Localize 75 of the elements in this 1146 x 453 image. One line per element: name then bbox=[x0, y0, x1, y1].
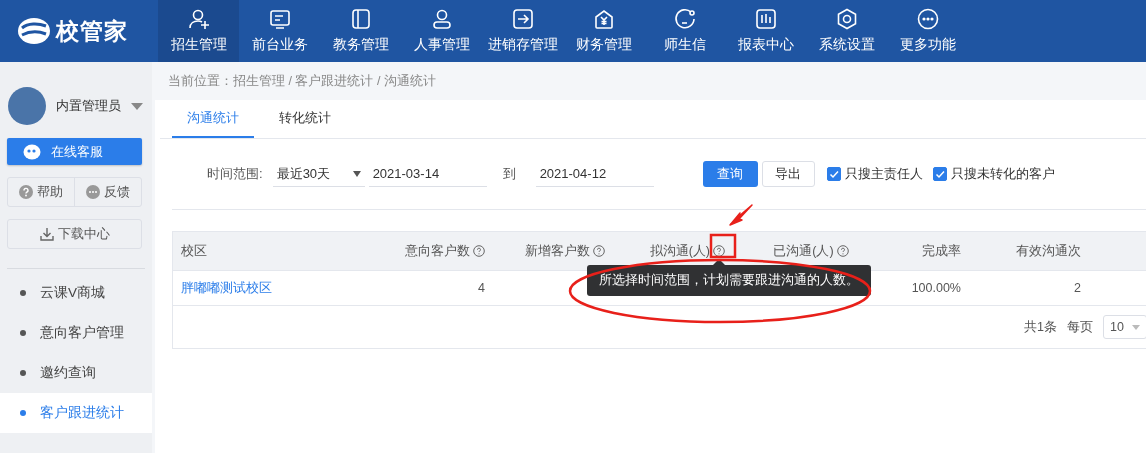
settings-icon bbox=[835, 8, 858, 30]
table-cell: 100.00% bbox=[911, 281, 961, 295]
table-cell: 2 bbox=[1074, 281, 1081, 295]
range-select[interactable]: 最近30天 bbox=[272, 161, 365, 187]
page-size-select[interactable]: 10 bbox=[1103, 315, 1146, 339]
column-header: 校区 bbox=[181, 242, 207, 260]
nav-item[interactable]: 前台业务 bbox=[239, 0, 320, 62]
chat-face-icon bbox=[23, 143, 41, 160]
sidebar-item[interactable]: 邀约查询 bbox=[0, 353, 152, 393]
per-page-label: 每页 bbox=[1067, 318, 1093, 336]
help-button[interactable]: 帮助 bbox=[8, 178, 74, 206]
sidebar-item[interactable]: 意向客户管理 bbox=[0, 313, 152, 353]
feedback-button[interactable]: 反馈 bbox=[74, 178, 141, 206]
checkbox-label: 只搜主责任人 bbox=[844, 165, 923, 183]
help-icon bbox=[593, 245, 605, 257]
caret-icon bbox=[1132, 324, 1140, 330]
column-header: 拟沟通(人) bbox=[649, 242, 710, 260]
tab[interactable]: 沟通统计 bbox=[172, 100, 254, 138]
nav-item[interactable]: 教务管理 bbox=[320, 0, 401, 62]
tooltip-arrow-icon bbox=[713, 259, 725, 265]
nav-item[interactable]: 招生管理 bbox=[158, 0, 239, 62]
help-icon bbox=[713, 245, 725, 257]
caret-icon bbox=[352, 170, 361, 177]
online-service-button[interactable]: 在线客服 bbox=[7, 138, 142, 165]
download-icon bbox=[39, 227, 54, 241]
total-count: 共1条 bbox=[1024, 318, 1057, 336]
query-button[interactable]: 查询 bbox=[702, 161, 758, 187]
nav-item[interactable]: 更多功能 bbox=[887, 0, 968, 62]
table-cell: 4 bbox=[478, 281, 485, 295]
arrow-in-box-icon bbox=[511, 8, 534, 30]
breadcrumb: 当前位置：招生管理 / 客户跟进统计 / 沟通统计 bbox=[167, 72, 437, 90]
more-icon bbox=[916, 8, 939, 30]
user-name: 内置管理员 bbox=[56, 97, 121, 115]
column-header: 有效沟通次 bbox=[1016, 242, 1081, 260]
nav-item[interactable]: 系统设置 bbox=[806, 0, 887, 62]
message-icon bbox=[86, 185, 100, 199]
tooltip: 所选择时间范围，计划需要跟进沟通的人数。 bbox=[587, 265, 871, 296]
sidebar-item[interactable]: 云课V商城 bbox=[0, 273, 152, 313]
export-button[interactable]: 导出 bbox=[761, 161, 815, 187]
nav-item[interactable]: 师生信 bbox=[644, 0, 725, 62]
annotation-arrow bbox=[729, 204, 753, 226]
nav-item[interactable]: 财务管理 bbox=[563, 0, 644, 62]
yen-house-icon bbox=[592, 8, 615, 30]
chat-bubble-icon bbox=[673, 8, 696, 30]
download-center-button[interactable]: 下载中心 bbox=[7, 219, 142, 249]
checkbox[interactable] bbox=[932, 167, 947, 181]
nav-item[interactable]: 进销存管理 bbox=[482, 0, 563, 62]
logo-text: 校管家 bbox=[56, 16, 128, 46]
checkbox[interactable] bbox=[826, 167, 841, 181]
check-icon bbox=[827, 168, 840, 180]
sidebar-item[interactable]: 客户跟进统计 bbox=[0, 393, 152, 433]
help-icon bbox=[19, 185, 33, 199]
help-icon bbox=[836, 245, 849, 257]
nav-item[interactable]: 报表中心 bbox=[725, 0, 806, 62]
annotation-rectangle bbox=[709, 233, 737, 259]
book-icon bbox=[349, 8, 372, 30]
time-range-label: 时间范围: bbox=[207, 165, 263, 183]
logo-icon bbox=[16, 16, 52, 46]
checkbox-label: 只搜未转化的客户 bbox=[950, 165, 1055, 183]
to-label: 到 bbox=[502, 165, 516, 183]
person-plus-icon bbox=[187, 8, 210, 30]
bar-chart-icon bbox=[754, 8, 777, 30]
monitor-icon bbox=[268, 8, 291, 30]
column-header: 意向客户数 bbox=[405, 242, 470, 260]
nav-item[interactable]: 人事管理 bbox=[401, 0, 482, 62]
help-icon bbox=[473, 245, 485, 257]
campus-link[interactable]: 胖嘟嘟测试校区 bbox=[181, 279, 272, 297]
column-header: 已沟通(人) bbox=[773, 242, 834, 260]
avatar bbox=[8, 87, 46, 125]
column-header: 新增客户数 bbox=[525, 242, 590, 260]
check-icon bbox=[933, 168, 946, 180]
person-icon bbox=[430, 8, 453, 30]
column-header: 完成率 bbox=[922, 242, 961, 260]
caret-icon bbox=[131, 102, 143, 110]
tab[interactable]: 转化统计 bbox=[264, 100, 346, 138]
